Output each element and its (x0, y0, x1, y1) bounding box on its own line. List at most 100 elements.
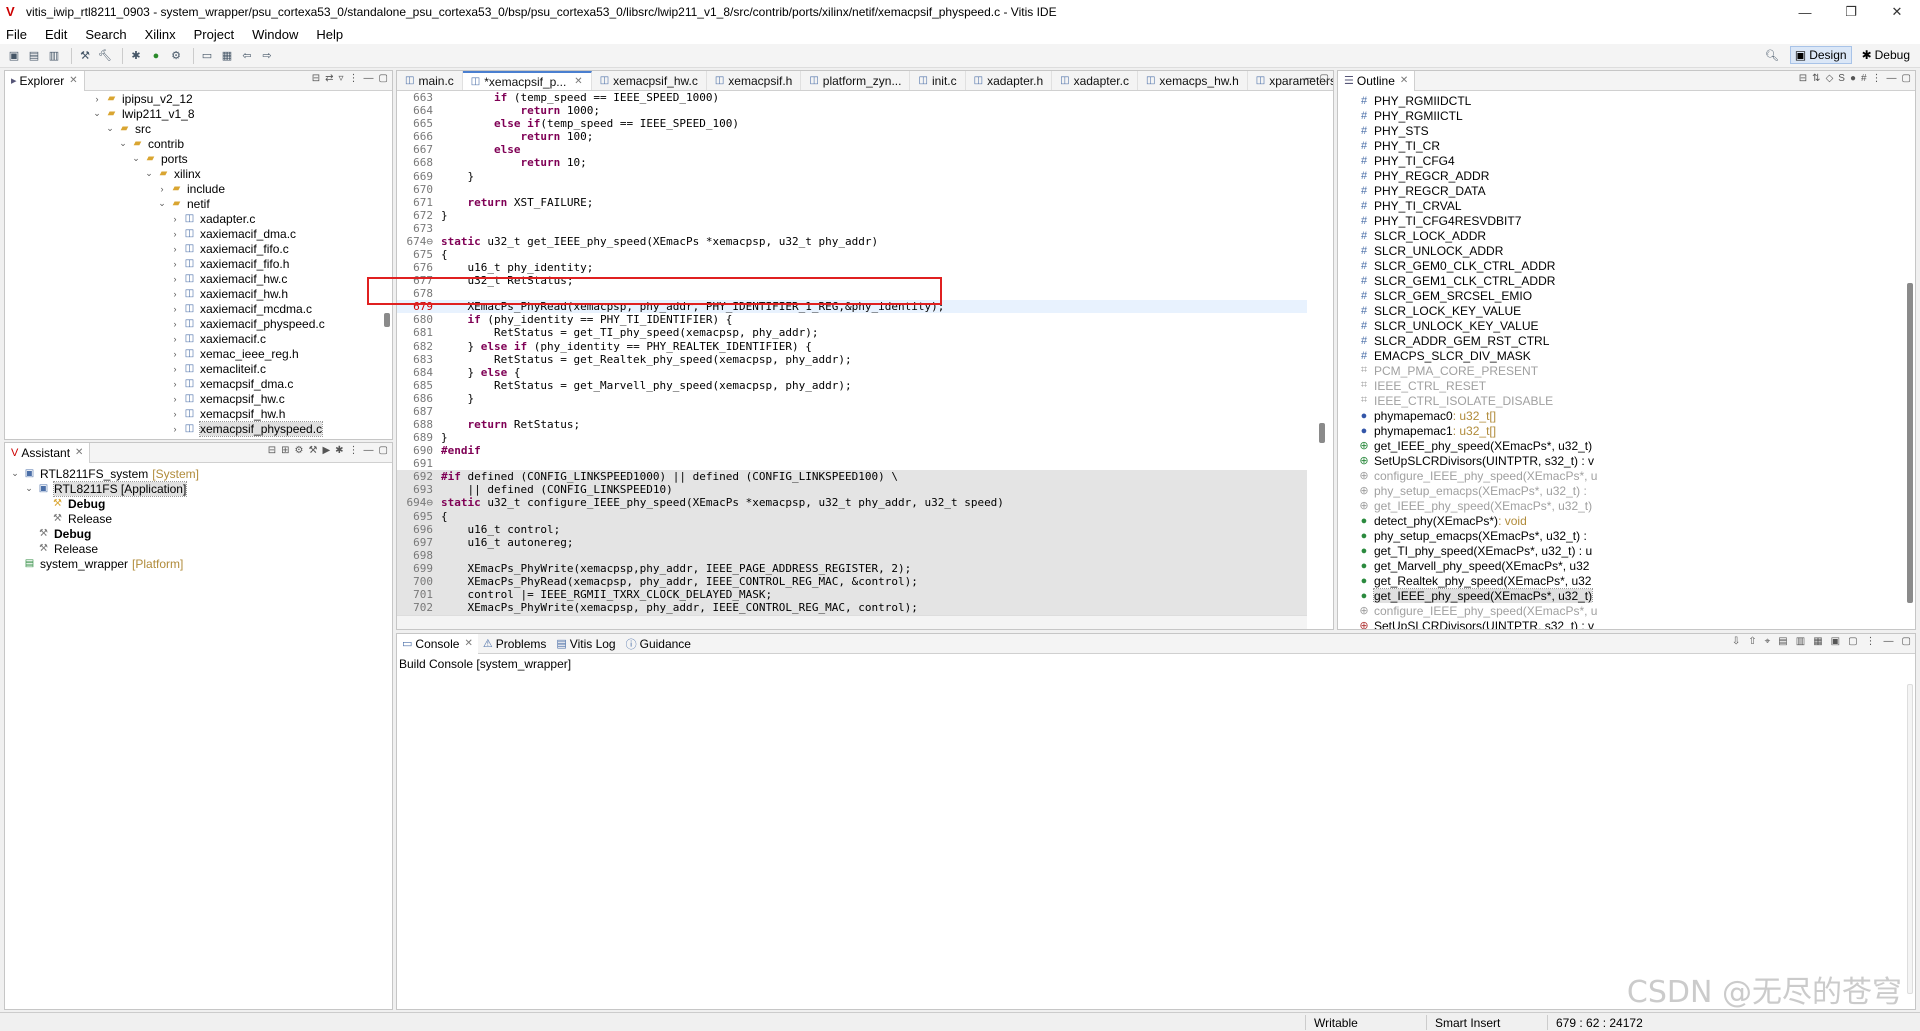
code-line[interactable]: 669 } (397, 169, 1307, 183)
outline-item[interactable]: # PHY_TI_CFG4RESVDBIT7 (1338, 213, 1901, 228)
editor-tab[interactable]: ◫ init.c (910, 71, 966, 90)
explorer-scrollbar[interactable] (384, 313, 390, 327)
code-line[interactable]: 668 return 10; (397, 156, 1307, 169)
code-line[interactable]: 694⊖ static u32_t configure_IEEE_phy_spee… (397, 496, 1307, 510)
code-line[interactable]: 670 (397, 183, 1307, 196)
maximize-view-icon[interactable]: ▢ (1902, 73, 1911, 84)
save-all-icon[interactable]: ▥ (46, 48, 62, 64)
close-icon[interactable]: ✕ (75, 447, 83, 458)
menu-file[interactable]: File (6, 27, 27, 42)
tree-item[interactable]: › ▰ ipipsu_v2_12 (5, 91, 378, 106)
editor-horizontal-scrollbar[interactable] (397, 615, 1307, 629)
code-editor[interactable]: 663 if (temp_speed == IEEE_SPEED_1000) 66… (397, 91, 1307, 615)
chevron-right-icon[interactable]: › (169, 424, 181, 434)
outline-item[interactable]: # PHY_RGMIICTL (1338, 108, 1901, 123)
minimize-view-icon[interactable]: — (1887, 73, 1897, 84)
tree-item[interactable]: › ◫ xemacpsif_hw.h (5, 406, 378, 421)
code-line[interactable]: 667 else (397, 143, 1307, 156)
code-line[interactable]: 698 (397, 548, 1307, 562)
editor-scrollbar[interactable] (1319, 423, 1325, 443)
outline-item[interactable]: ⌗ IEEE_CTRL_ISOLATE_DISABLE (1338, 393, 1901, 408)
outline-item[interactable]: ● phy_setup_emacps(XEmacPs*, u32_t) : (1338, 528, 1901, 543)
tree-item[interactable]: › ◫ xemacpsif_dma.c (5, 376, 378, 391)
hide-nonpublic-icon[interactable]: ● (1850, 73, 1856, 84)
tree-item[interactable]: ›◫ xemacpsif.c (5, 436, 378, 440)
view-menu-icon[interactable]: ⋮ (349, 445, 359, 456)
assistant-item[interactable]: ⚒ Debug (5, 496, 378, 511)
outline-item[interactable]: ⌗ PCM_PMA_CORE_PRESENT (1338, 363, 1901, 378)
chevron-right-icon[interactable]: › (156, 184, 168, 194)
chevron-right-icon[interactable]: › (169, 334, 181, 344)
tree-item[interactable]: ⌄ ▰ ports (5, 151, 378, 166)
outline-item[interactable]: # PHY_REGCR_DATA (1338, 183, 1901, 198)
chevron-right-icon[interactable]: › (169, 349, 181, 359)
code-line[interactable]: 683 RetStatus = get_Realtek_phy_speed(xe… (397, 353, 1307, 366)
sort-icon[interactable]: ⇅ (1812, 73, 1820, 84)
close-icon[interactable]: ✕ (69, 75, 77, 86)
tab-assistant[interactable]: V Assistant ✕ (5, 443, 91, 463)
external-tools-icon[interactable]: ⚙ (168, 48, 184, 64)
code-line[interactable]: 680 if (phy_identity == PHY_TI_IDENTIFIE… (397, 313, 1307, 326)
chevron-right-icon[interactable]: › (169, 364, 181, 374)
tree-item[interactable]: › ◫ xaxiemacif_fifo.h (5, 256, 378, 271)
search-icon[interactable]: 🔍︎ (1764, 47, 1780, 63)
outline-item[interactable]: ● detect_phy(XEmacPs*) : void (1338, 513, 1901, 528)
outline-item[interactable]: # SLCR_LOCK_ADDR (1338, 228, 1901, 243)
close-icon[interactable]: ✕ (574, 76, 582, 87)
outline-item[interactable]: ● phymapemac1 : u32_t[] (1338, 423, 1901, 438)
code-line[interactable]: 681 RetStatus = get_TI_phy_speed(xemacps… (397, 326, 1307, 339)
code-line[interactable]: 675 { (397, 248, 1307, 261)
code-line[interactable]: 666 return 100; (397, 130, 1307, 143)
tab-console[interactable]: ▭ Console ✕ (397, 634, 478, 654)
maximize-view-icon[interactable]: ▢ (1320, 73, 1329, 84)
outline-item[interactable]: ⊕ phy_setup_emacps(XEmacPs*, u32_t) : (1338, 483, 1901, 498)
code-line[interactable]: 672} (397, 209, 1307, 222)
chevron-right-icon[interactable]: › (169, 304, 181, 314)
tab-vitis-log[interactable]: ▤ Vitis Log (551, 637, 620, 651)
maximize-view-icon[interactable]: ▢ (379, 73, 388, 84)
tree-item[interactable]: ⌄ ▰ netif (5, 196, 378, 211)
collapse-all-icon[interactable]: ⊟ (312, 73, 320, 84)
code-line[interactable]: 671 return XST_FAILURE; (397, 196, 1307, 209)
code-line[interactable]: 699 XEmacPs_PhyWrite(xemacpsp,phy_addr, … (397, 561, 1307, 575)
chevron-right-icon[interactable]: › (169, 439, 181, 440)
back-icon[interactable]: ⇦ (239, 48, 255, 64)
minimize-view-icon[interactable]: — (1305, 73, 1315, 84)
code-line[interactable]: 693 || defined (CONFIG_LINKSPEED10) (397, 483, 1307, 497)
code-line[interactable]: 692 #if defined (CONFIG_LINKSPEED1000) ||… (397, 470, 1307, 484)
clear-console-icon[interactable]: ▤ (1778, 636, 1787, 647)
assistant-item[interactable]: ⚒ Debug (5, 526, 378, 541)
code-line[interactable]: 695 { (397, 509, 1307, 523)
outline-item[interactable]: ⊕ get_IEEE_phy_speed(XEmacPs*, u32_t) (1338, 498, 1901, 513)
menu-xilinx[interactable]: Xilinx (145, 27, 176, 42)
code-line[interactable]: 664 return 1000; (397, 104, 1307, 117)
filter-icon[interactable]: ▿ (339, 73, 344, 84)
code-line[interactable]: 663 if (temp_speed == IEEE_SPEED_1000) (397, 91, 1307, 104)
forward-icon[interactable]: ⇨ (259, 48, 275, 64)
code-line[interactable]: 674⊖ static u32_t get_IEEE_phy_speed(XEma… (397, 235, 1307, 248)
code-line[interactable]: 678 (397, 287, 1307, 300)
maximize-view-icon[interactable]: ▢ (379, 445, 388, 456)
collapse-all-icon[interactable]: ⊟ (268, 445, 276, 456)
outline-item[interactable]: # EMACPS_SLCR_DIV_MASK (1338, 348, 1901, 363)
outline-item[interactable]: # SLCR_LOCK_KEY_VALUE (1338, 303, 1901, 318)
perspective-debug[interactable]: ✱ Debug (1858, 47, 1914, 63)
editor-tab[interactable]: ◫ main.c (397, 71, 463, 90)
code-line[interactable]: 685 RetStatus = get_Marvell_phy_speed(xe… (397, 379, 1307, 392)
outline-item[interactable]: ⌗ IEEE_CTRL_RESET (1338, 378, 1901, 393)
scroll-lock-icon[interactable]: ▥ (1796, 636, 1805, 647)
tree-item[interactable]: › ◫ xaxiemacif_hw.h (5, 286, 378, 301)
close-icon[interactable]: ✕ (464, 638, 472, 649)
chevron-right-icon[interactable]: › (169, 229, 181, 239)
scroll-up-icon[interactable]: ⇧ (1748, 636, 1756, 647)
chevron-right-icon[interactable]: › (169, 289, 181, 299)
chevron-down-icon[interactable]: ⌄ (91, 108, 103, 119)
maximize-button[interactable]: ❐ (1828, 0, 1874, 24)
outline-item[interactable]: # PHY_REGCR_ADDR (1338, 168, 1901, 183)
chevron-right-icon[interactable]: › (169, 214, 181, 224)
pin-console-icon[interactable]: ⌖ (1765, 636, 1771, 647)
program-fpga-icon[interactable]: ▭ (199, 48, 215, 64)
minimize-view-icon[interactable]: — (1884, 636, 1894, 647)
hide-static-icon[interactable]: S (1838, 73, 1845, 84)
assistant-item[interactable]: ⚒ Release (5, 511, 378, 526)
